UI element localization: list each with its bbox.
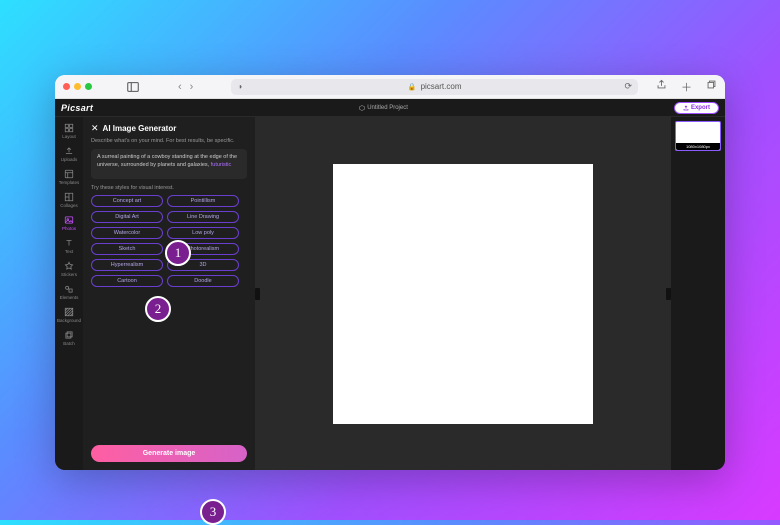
rail-background[interactable]: Background	[57, 305, 81, 325]
rail-text[interactable]: Text	[57, 236, 81, 256]
export-button[interactable]: Export	[674, 102, 719, 114]
nav-arrows: ‹ ›	[178, 81, 193, 93]
rail-stickers[interactable]: Stickers	[57, 259, 81, 279]
style-chip[interactable]: Line Drawing	[167, 211, 239, 223]
canvas[interactable]	[333, 164, 593, 424]
new-tab-icon[interactable]: ＋	[681, 79, 692, 95]
zoom-dot[interactable]	[85, 83, 92, 90]
style-chip[interactable]: Hyperrealism	[91, 259, 163, 271]
style-help: Try these styles for visual interest.	[91, 185, 247, 191]
minimize-dot[interactable]	[74, 83, 81, 90]
lock-icon: 🔒	[408, 83, 417, 91]
ai-generator-panel: ✕ AI Image Generator Describe what's on …	[83, 117, 255, 470]
address-bar[interactable]: ◑ 🔒 picsart.com ⟳	[231, 79, 638, 95]
style-chip[interactable]: Watercolor	[91, 227, 163, 239]
style-chip[interactable]: Sketch	[91, 243, 163, 255]
style-chip[interactable]: Low poly	[167, 227, 239, 239]
canvas-handle-left[interactable]	[255, 288, 260, 300]
tabs-icon[interactable]	[706, 79, 717, 95]
panel-title: AI Image Generator	[103, 124, 177, 133]
callout-2: 2	[145, 296, 171, 322]
style-chip[interactable]: Pointillism	[167, 195, 239, 207]
canvas-handle-right[interactable]	[666, 288, 671, 300]
generate-button[interactable]: Generate image	[91, 445, 247, 462]
rail-batch[interactable]: Batch	[57, 328, 81, 348]
close-dot[interactable]	[63, 83, 70, 90]
callout-3: 3	[200, 499, 226, 525]
thumb-size-label: 1080x1080px	[676, 143, 720, 150]
url-host: picsart.com	[421, 82, 462, 91]
logo: Picsart	[61, 103, 93, 113]
reload-icon[interactable]: ⟳	[624, 81, 632, 92]
sidebar-toggle-icon[interactable]	[126, 80, 140, 94]
traffic-lights	[63, 83, 92, 90]
rail-collages[interactable]: Collages	[57, 190, 81, 210]
prompt-input[interactable]: A surreal painting of a cowboy standing …	[91, 149, 247, 179]
page-thumbnail[interactable]: 1080x1080px	[675, 121, 721, 151]
rail-elements[interactable]: Elements	[57, 282, 81, 302]
picsart-app: Picsart Untitled Project Export Layout Up…	[55, 99, 725, 470]
forward-icon[interactable]: ›	[190, 81, 194, 93]
app-topbar: Picsart Untitled Project Export	[55, 99, 725, 117]
back-icon[interactable]: ‹	[178, 81, 182, 93]
close-icon[interactable]: ✕	[91, 123, 99, 134]
panel-subtitle: Describe what's on your mind. For best r…	[91, 138, 247, 145]
rail-uploads[interactable]: Uploads	[57, 144, 81, 164]
browser-window: ‹ › ◑ 🔒 picsart.com ⟳ ＋ Picsart Untitled…	[55, 75, 725, 470]
project-title[interactable]: Untitled Project	[359, 105, 408, 111]
style-chips: Concept art Pointillism Digital Art Line Dr…	[91, 195, 247, 287]
rail-templates[interactable]: Templates	[57, 167, 81, 187]
style-chip[interactable]: Cartoon	[91, 275, 163, 287]
share-icon[interactable]	[656, 79, 667, 95]
left-rail: Layout Uploads Templates Collages Photos Text…	[55, 117, 83, 470]
browser-chrome: ‹ › ◑ 🔒 picsart.com ⟳ ＋	[55, 75, 725, 99]
style-chip[interactable]: Digital Art	[91, 211, 163, 223]
canvas-area	[255, 117, 671, 470]
rail-layout[interactable]: Layout	[57, 121, 81, 141]
callout-1: 1	[165, 240, 191, 266]
shield-icon: ◑	[237, 82, 242, 91]
style-chip[interactable]: Concept art	[91, 195, 163, 207]
style-chip[interactable]: Doodle	[167, 275, 239, 287]
pages-column: 1080x1080px	[671, 117, 725, 470]
rail-photos[interactable]: Photos	[57, 213, 81, 233]
